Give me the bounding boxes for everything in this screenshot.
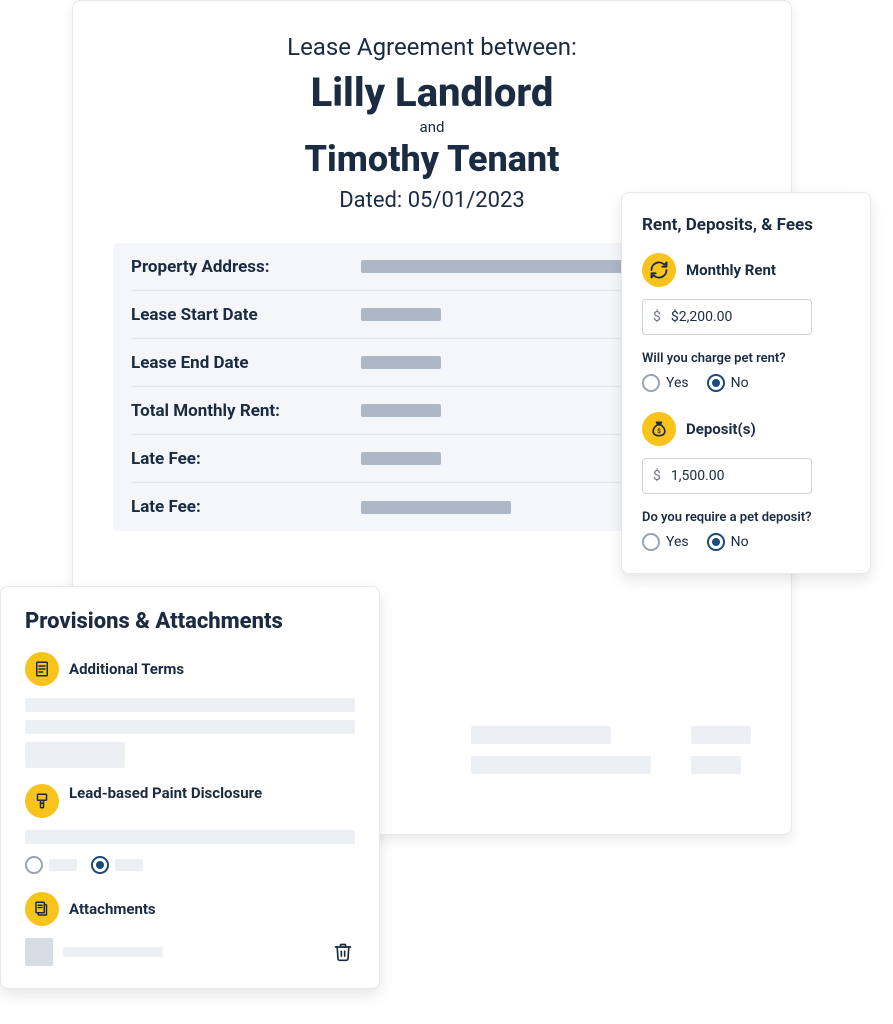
- pet-deposit-no-option[interactable]: No: [707, 533, 749, 551]
- option-label: No: [731, 534, 749, 550]
- pet-deposit-question: Do you require a pet deposit?: [642, 510, 850, 525]
- option-placeholder: [115, 859, 143, 871]
- provisions-attachments-card: Provisions & Attachments Additional Term…: [0, 586, 380, 989]
- attachments-section: Attachments: [25, 892, 355, 926]
- field-label: Total Monthly Rent:: [131, 401, 361, 421]
- field-label: Lease Start Date: [131, 305, 361, 325]
- option-placeholder: [49, 859, 77, 871]
- field-label: Late Fee:: [131, 497, 361, 517]
- lead-paint-option-1[interactable]: [25, 856, 77, 874]
- attachment-thumbnail: [25, 938, 53, 966]
- pet-rent-yes-option[interactable]: Yes: [642, 374, 689, 392]
- currency-symbol: $: [653, 468, 661, 484]
- option-label: Yes: [666, 375, 689, 391]
- card-heading: Provisions & Attachments: [25, 609, 355, 634]
- and-label: and: [113, 118, 751, 136]
- lead-paint-option-2[interactable]: [91, 856, 143, 874]
- additional-terms-label: Additional Terms: [69, 660, 184, 679]
- option-label: No: [731, 375, 749, 391]
- pet-rent-question: Will you charge pet rent?: [642, 351, 850, 366]
- deposits-label: Deposit(s): [686, 420, 756, 438]
- document-icon: [25, 652, 59, 686]
- lead-paint-radio-group: [25, 856, 355, 874]
- lead-paint-section: Lead-based Paint Disclosure: [25, 784, 355, 818]
- radio-icon: [25, 856, 43, 874]
- field-label: Lease End Date: [131, 353, 361, 373]
- attachments-label: Attachments: [69, 900, 156, 919]
- svg-text:$: $: [657, 427, 661, 435]
- deposits-section: $ Deposit(s): [642, 412, 850, 446]
- radio-icon: [642, 374, 660, 392]
- party-1-name: Lilly Landlord: [113, 69, 751, 116]
- option-label: Yes: [666, 534, 689, 550]
- rent-deposits-fees-card: Rent, Deposits, & Fees Monthly Rent $ $2…: [621, 192, 871, 574]
- field-label: Property Address:: [131, 257, 361, 277]
- pet-rent-no-option[interactable]: No: [707, 374, 749, 392]
- monthly-rent-value: $2,200.00: [671, 309, 733, 325]
- radio-icon: [707, 533, 725, 551]
- monthly-rent-input[interactable]: $ $2,200.00: [642, 299, 812, 335]
- attachment-name-placeholder: [63, 947, 163, 957]
- radio-icon: [91, 856, 109, 874]
- delete-attachment-button[interactable]: [333, 940, 355, 964]
- radio-icon: [707, 374, 725, 392]
- placeholder-lines: [25, 698, 355, 768]
- placeholder-line: [25, 830, 355, 844]
- attachments-icon: [25, 892, 59, 926]
- pet-deposit-radio-group: Yes No: [642, 533, 850, 551]
- currency-symbol: $: [653, 309, 661, 325]
- trash-icon: [333, 941, 353, 963]
- party-2-name: Timothy Tenant: [113, 138, 751, 180]
- additional-terms-section: Additional Terms: [25, 652, 355, 686]
- radio-icon: [642, 533, 660, 551]
- deposit-input[interactable]: $ 1,500.00: [642, 458, 812, 494]
- deposit-value: 1,500.00: [671, 468, 725, 484]
- monthly-rent-label: Monthly Rent: [686, 261, 776, 279]
- doc-title: Lease Agreement between:: [113, 33, 751, 61]
- attachment-row: [25, 938, 355, 966]
- money-bag-icon: $: [642, 412, 676, 446]
- field-label: Late Fee:: [131, 449, 361, 469]
- lead-paint-label: Lead-based Paint Disclosure: [69, 784, 262, 803]
- monthly-rent-section: Monthly Rent: [642, 253, 850, 287]
- cycle-icon: [642, 253, 676, 287]
- pet-deposit-yes-option[interactable]: Yes: [642, 533, 689, 551]
- pet-rent-radio-group: Yes No: [642, 374, 850, 392]
- paint-brush-icon: [25, 784, 59, 818]
- card-heading: Rent, Deposits, & Fees: [642, 215, 850, 235]
